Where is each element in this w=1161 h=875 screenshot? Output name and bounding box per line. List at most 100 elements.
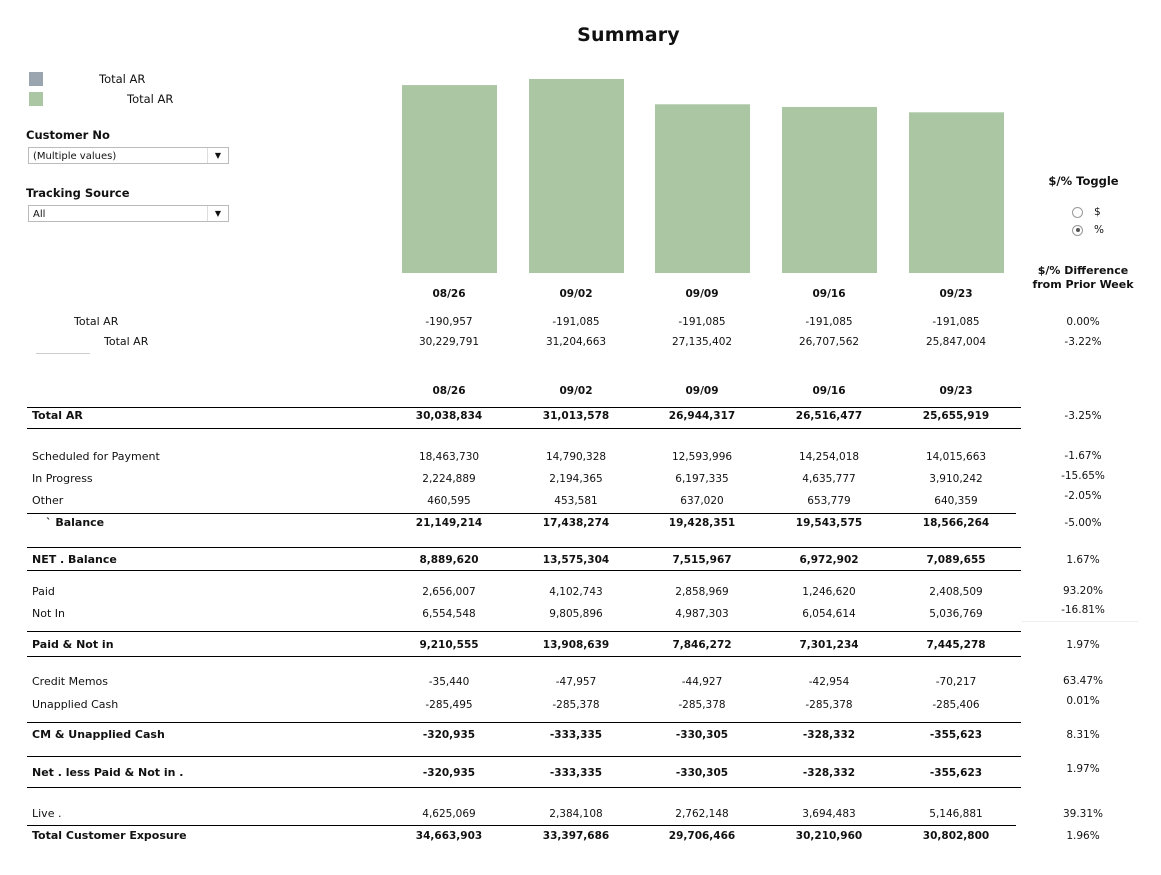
divider-8	[27, 756, 1021, 757]
table-row-13-cell-3: 3,694,483	[802, 808, 856, 820]
table-row-label-0: Total AR	[32, 409, 83, 422]
table-row-0-cell-1: 31,013,578	[542, 410, 610, 422]
chevron-down-icon[interactable]: ▼	[207, 206, 228, 221]
table-row-4-cell-0: 21,149,214	[415, 517, 483, 529]
chart-axis-week-0: 08/26	[432, 288, 466, 300]
table-row-10-pct: 0.01%	[1066, 695, 1100, 707]
table-row-6-cell-2: 2,858,969	[675, 586, 729, 598]
top-row-0-cell-3: -191,085	[805, 316, 853, 328]
table-row-label-4: ` Balance	[46, 516, 105, 529]
table-row-4-cell-1: 17,438,274	[542, 517, 610, 529]
radio-dollar[interactable]	[1072, 206, 1083, 218]
table-row-label-5: NET . Balance	[32, 553, 117, 566]
label-underline	[36, 353, 90, 354]
table-row-1-pct: -1.67%	[1064, 450, 1102, 462]
table-row-0-cell-0: 30,038,834	[415, 410, 483, 422]
table-row-12-cell-4: -355,623	[929, 767, 983, 779]
divider-0	[27, 407, 1021, 408]
tracking-filter-select[interactable]: All ▼	[28, 205, 229, 222]
table-row-10-cell-3: -285,378	[805, 699, 853, 711]
table-row-14-pct: 1.96%	[1066, 830, 1100, 842]
top-row-1-pct: -3.22%	[1064, 336, 1102, 348]
top-row-0-cell-1: -191,085	[552, 316, 600, 328]
toggle-title: $/% Toggle	[1048, 174, 1119, 188]
table-row-11-pct: 8.31%	[1066, 729, 1100, 741]
chart-axis-week-1: 09/02	[559, 288, 593, 300]
table-row-4-cell-4: 18,566,264	[922, 517, 990, 529]
table-header-week-4: 09/23	[939, 385, 973, 397]
table-row-label-8: Paid & Not in	[32, 638, 114, 651]
table-row-14-cell-3: 30,210,960	[795, 830, 863, 842]
customer-filter-label: Customer No	[26, 128, 110, 142]
divider-10	[27, 825, 1016, 826]
table-row-label-7: Not In	[32, 607, 65, 620]
chart-axis-week-3: 09/16	[812, 288, 846, 300]
table-row-9-cell-0: -35,440	[428, 676, 470, 688]
table-row-label-1: Scheduled for Payment	[32, 450, 160, 463]
table-row-0-cell-3: 26,516,477	[795, 410, 863, 422]
table-row-0-pct: -3.25%	[1064, 410, 1102, 422]
toggle-option-dollar[interactable]: $	[1072, 206, 1101, 218]
chart-axis-week-2: 09/09	[685, 288, 719, 300]
table-row-10-cell-4: -285,406	[932, 699, 980, 711]
table-row-3-cell-0: 460,595	[427, 495, 471, 507]
table-row-10-cell-1: -285,378	[552, 699, 600, 711]
table-row-2-cell-2: 6,197,335	[675, 473, 729, 485]
top-row-1-cell-0: 30,229,791	[418, 336, 480, 348]
table-row-5-cell-4: 7,089,655	[926, 554, 986, 566]
customer-filter-select[interactable]: (Multiple values) ▼	[28, 147, 229, 164]
table-row-11-cell-2: -330,305	[675, 729, 729, 741]
diff-column-title: $/% Difference from Prior Week	[1032, 264, 1134, 291]
radio-percent[interactable]	[1072, 224, 1083, 236]
table-row-3-cell-4: 640,359	[934, 495, 978, 507]
chevron-down-icon[interactable]: ▼	[207, 148, 228, 163]
table-row-label-14: Total Customer Exposure	[32, 829, 187, 842]
table-row-12-cell-0: -320,935	[422, 767, 476, 779]
table-row-12-cell-1: -333,335	[549, 767, 603, 779]
divider-9	[27, 787, 1021, 788]
table-row-7-cell-3: 6,054,614	[802, 608, 856, 620]
divider-2	[27, 513, 1016, 514]
legend-swatch-green	[29, 92, 43, 106]
table-row-6-cell-3: 1,246,620	[802, 586, 856, 598]
top-row-label-1: Total AR	[104, 335, 149, 348]
top-row-1-cell-2: 27,135,402	[671, 336, 733, 348]
table-header-week-3: 09/16	[812, 385, 846, 397]
table-row-12-pct: 1.97%	[1066, 763, 1100, 775]
table-row-7-cell-0: 6,554,548	[422, 608, 476, 620]
table-row-3-cell-2: 637,020	[680, 495, 724, 507]
table-row-2-cell-1: 2,194,365	[549, 473, 603, 485]
table-row-0-cell-4: 25,655,919	[922, 410, 990, 422]
table-row-11-cell-4: -355,623	[929, 729, 983, 741]
table-row-5-cell-1: 13,575,304	[542, 554, 610, 566]
table-row-1-cell-1: 14,790,328	[545, 451, 607, 463]
top-row-0-cell-2: -191,085	[678, 316, 726, 328]
table-row-14-cell-1: 33,397,686	[542, 830, 610, 842]
top-row-1-cell-1: 31,204,663	[545, 336, 607, 348]
table-row-9-pct: 63.47%	[1062, 675, 1104, 687]
table-row-label-6: Paid	[32, 585, 55, 598]
table-row-8-cell-4: 7,445,278	[926, 639, 986, 651]
table-row-3-cell-3: 653,779	[807, 495, 851, 507]
page-title: Summary	[577, 24, 680, 46]
top-row-1-cell-3: 26,707,562	[798, 336, 860, 348]
table-row-12-cell-3: -328,332	[802, 767, 856, 779]
divider-4	[27, 570, 1021, 571]
table-row-9-cell-2: -44,927	[681, 676, 723, 688]
toggle-option-percent-label: %	[1094, 224, 1104, 236]
divider-7	[27, 722, 1021, 723]
legend-label-2: Total AR	[127, 92, 174, 106]
table-row-8-cell-3: 7,301,234	[799, 639, 859, 651]
table-row-8-cell-0: 9,210,555	[419, 639, 479, 651]
table-row-5-pct: 1.67%	[1066, 554, 1100, 566]
table-row-9-cell-3: -42,954	[808, 676, 850, 688]
table-row-12-cell-2: -330,305	[675, 767, 729, 779]
top-row-1-cell-4: 25,847,004	[925, 336, 987, 348]
customer-filter-value: (Multiple values)	[33, 151, 117, 162]
table-row-label-12: Net . less Paid & Not in .	[32, 766, 184, 779]
table-row-3-cell-1: 453,581	[554, 495, 598, 507]
tracking-filter-value: All	[33, 209, 46, 220]
toggle-option-percent[interactable]: %	[1072, 224, 1104, 236]
table-row-label-2: In Progress	[32, 472, 93, 485]
table-row-13-cell-1: 2,384,108	[549, 808, 603, 820]
